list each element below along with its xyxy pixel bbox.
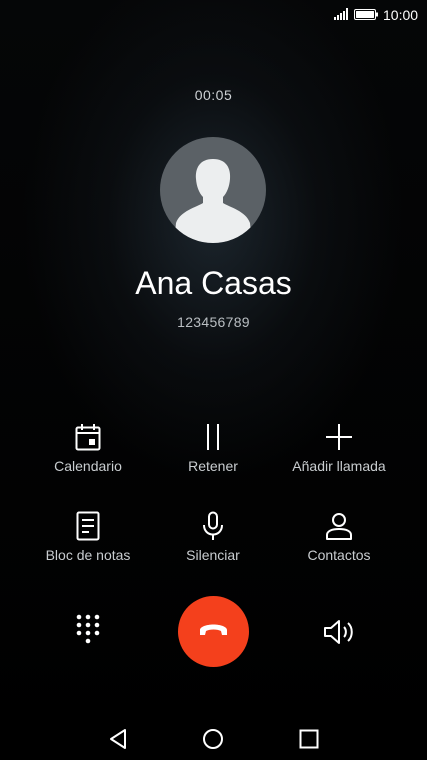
contact-avatar xyxy=(160,137,266,243)
signal-strength-icon xyxy=(334,8,348,20)
recents-button[interactable] xyxy=(298,728,320,750)
status-time: 10:00 xyxy=(383,7,419,23)
speaker-icon xyxy=(324,620,353,644)
end-call-button[interactable] xyxy=(178,596,249,667)
person-silhouette-icon xyxy=(174,159,252,243)
dialpad-icon xyxy=(76,614,100,644)
back-triangle-icon xyxy=(110,729,126,749)
add-call-label: Añadir llamada xyxy=(292,458,386,474)
person-icon xyxy=(326,513,352,540)
pause-icon xyxy=(207,424,219,450)
microphone-icon xyxy=(203,511,223,540)
battery-icon xyxy=(354,9,378,20)
notepad-button[interactable]: Bloc de notas xyxy=(23,511,153,571)
home-circle-icon xyxy=(203,729,223,749)
back-button[interactable] xyxy=(107,727,129,751)
calendar-button[interactable]: Calendario xyxy=(23,422,153,482)
contacts-label: Contactos xyxy=(307,547,371,563)
home-button[interactable] xyxy=(202,728,224,750)
hang-up-icon xyxy=(200,624,227,635)
status-bar: 10:00 xyxy=(0,0,427,30)
speaker-button[interactable] xyxy=(322,617,356,647)
contact-number: 123456789 xyxy=(177,314,250,330)
contact-name: Ana Casas xyxy=(135,265,292,301)
hold-button[interactable]: Retener xyxy=(148,422,278,482)
add-call-button[interactable]: Añadir llamada xyxy=(274,422,404,482)
mute-button[interactable]: Silenciar xyxy=(148,511,278,571)
in-call-screen: 10:00 00:05 Ana Casas 123456789 Calendar… xyxy=(0,0,427,760)
notepad-icon xyxy=(76,511,100,541)
dialpad-button[interactable] xyxy=(72,613,104,649)
contacts-button[interactable]: Contactos xyxy=(274,511,404,571)
calendar-icon xyxy=(75,424,101,451)
call-duration: 00:05 xyxy=(194,87,233,103)
plus-icon xyxy=(326,424,352,450)
recents-square-icon xyxy=(299,729,319,749)
